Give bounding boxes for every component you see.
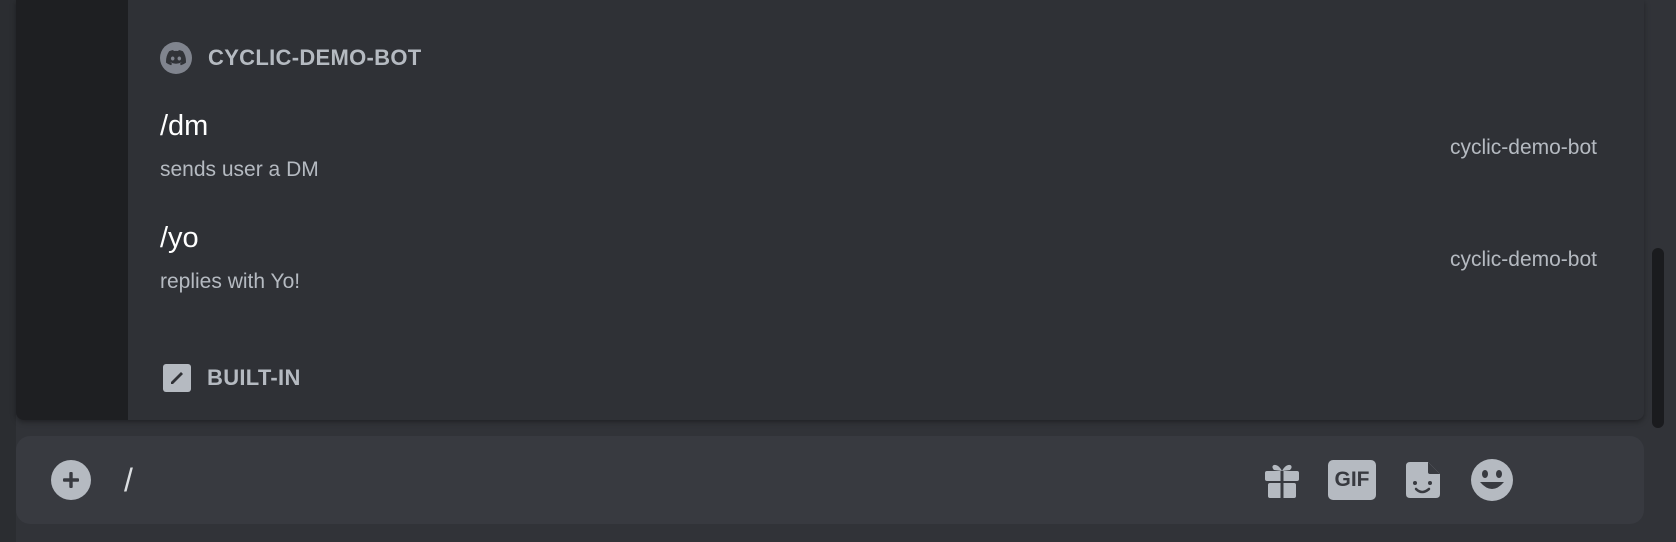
scrollbar-thumb[interactable] — [1652, 248, 1664, 428]
message-input[interactable] — [124, 450, 1224, 510]
command-source: cyclic-demo-bot — [1449, 248, 1597, 271]
chat-view: CYCLIC-DEMO-BOT /dm sends user a DM cycl… — [0, 0, 1676, 542]
command-description: replies with Yo! — [160, 270, 301, 293]
add-attachment-icon[interactable] — [51, 460, 91, 500]
command-option-yo[interactable]: /yo replies with Yo! cyclic-demo-bot — [128, 212, 1644, 324]
gif-icon[interactable]: GIF — [1328, 456, 1376, 504]
gif-label: GIF — [1328, 460, 1376, 500]
channel-edge — [0, 0, 16, 542]
section-title: BUILT-IN — [207, 365, 301, 390]
slash-command-icon — [163, 364, 191, 392]
section-title: CYCLIC-DEMO-BOT — [208, 45, 422, 70]
command-option-dm[interactable]: /dm sends user a DM cyclic-demo-bot — [128, 100, 1644, 212]
command-autocomplete-popout: CYCLIC-DEMO-BOT /dm sends user a DM cycl… — [16, 0, 1644, 420]
emoji-icon[interactable] — [1468, 456, 1516, 504]
command-app-rail — [16, 0, 128, 420]
command-list: CYCLIC-DEMO-BOT /dm sends user a DM cycl… — [128, 0, 1644, 420]
command-name: /yo — [160, 222, 199, 254]
message-composer: GIF — [16, 436, 1644, 524]
command-name: /dm — [160, 110, 209, 142]
sticker-icon[interactable] — [1398, 456, 1446, 504]
gift-icon[interactable] — [1258, 456, 1306, 504]
section-header-cyclic-demo-bot: CYCLIC-DEMO-BOT — [160, 42, 421, 74]
command-description: sends user a DM — [160, 158, 319, 181]
command-source: cyclic-demo-bot — [1449, 136, 1597, 159]
discord-bot-icon — [160, 42, 192, 74]
section-header-built-in: BUILT-IN — [160, 364, 301, 392]
